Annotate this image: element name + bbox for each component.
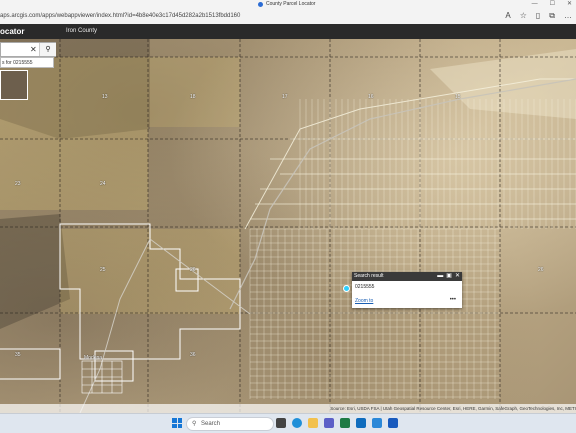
section-label: 36 — [190, 352, 196, 358]
search-icon: ⚲ — [192, 421, 197, 427]
read-aloud-icon[interactable]: A — [505, 10, 510, 22]
section-label: 35 — [15, 352, 21, 358]
edge-icon[interactable] — [292, 418, 302, 428]
search-result-marker[interactable] — [343, 285, 350, 292]
window-controls: — ☐ ✕ — [532, 0, 572, 8]
search-icon: ⚲ — [45, 46, 51, 53]
zoom-to-link[interactable]: Zoom to — [355, 298, 373, 304]
map-attribution: Source: Esri, USDA FSA | Utah Geospatial… — [0, 404, 576, 413]
clear-search-icon[interactable]: ✕ — [30, 43, 37, 56]
section-label: 18 — [190, 94, 196, 100]
collections-icon[interactable]: ⧉ — [549, 10, 555, 22]
store-icon[interactable] — [372, 418, 382, 428]
word-icon[interactable] — [388, 418, 398, 428]
section-label: 24 — [100, 181, 106, 187]
favorites-icon[interactable]: ☆ — [520, 10, 527, 22]
browser-actions: A ☆ ▯ ⧉ … — [505, 10, 572, 22]
search-button[interactable]: ⚲ — [39, 43, 56, 56]
split-screen-icon[interactable]: ▯ — [536, 10, 540, 22]
browser-toolbar: County Parcel Locator — ☐ ✕ aps.arcgis.c… — [0, 0, 576, 25]
section-label: 23 — [15, 181, 21, 187]
file-explorer-icon[interactable] — [308, 418, 318, 428]
town-label: Modena — [84, 355, 103, 361]
map-view[interactable]: 13 18 17 16 15 23 24 25 26 26 35 36 Modena Search r… — [0, 39, 576, 413]
address-bar[interactable]: aps.arcgis.com/apps/webappviewer/index.h… — [0, 11, 240, 22]
widgets-icon[interactable] — [276, 418, 286, 428]
app-subtitle: Iron County — [66, 28, 98, 34]
taskbar-search-placeholder: Search — [201, 421, 221, 427]
section-label: 26 — [190, 267, 196, 273]
close-window-icon[interactable]: ✕ — [567, 0, 572, 8]
section-label: 26 — [538, 267, 544, 273]
browser-tab[interactable]: County Parcel Locator — [258, 0, 315, 8]
section-label: 13 — [102, 94, 108, 100]
minimize-popup-icon[interactable]: ▬ — [437, 272, 443, 281]
overview-map[interactable] — [0, 70, 28, 100]
windows-taskbar: ⚲ Search — [0, 413, 576, 433]
section-label: 15 — [455, 94, 461, 100]
popup-value: 0215555 — [355, 284, 375, 290]
section-label: 16 — [368, 94, 374, 100]
minimize-icon[interactable]: — — [532, 0, 538, 8]
teams-icon[interactable] — [324, 418, 334, 428]
excel-icon[interactable] — [340, 418, 350, 428]
taskbar-apps — [276, 418, 398, 428]
search-suggestion[interactable]: s for 0215555 — [0, 57, 54, 68]
site-favicon — [258, 1, 263, 7]
popup-title: Search result — [354, 273, 384, 279]
windows-start-icon[interactable] — [172, 418, 182, 428]
close-popup-icon[interactable]: ✕ — [455, 272, 460, 281]
more-icon[interactable]: … — [564, 10, 572, 22]
maximize-popup-icon[interactable]: ▣ — [446, 272, 452, 281]
maximize-icon[interactable]: ☐ — [550, 0, 555, 8]
app-title: ocator — [0, 27, 25, 36]
tab-title: County Parcel Locator — [266, 1, 316, 7]
search-result-popup: Search result ▬ ▣ ✕ 0215555 Zoom to ••• — [352, 272, 462, 308]
popup-header: Search result ▬ ▣ ✕ — [352, 272, 462, 281]
outlook-icon[interactable] — [356, 418, 366, 428]
more-actions-button[interactable]: ••• — [450, 297, 456, 303]
popup-controls: ▬ ▣ ✕ — [437, 272, 460, 281]
taskbar-search-box[interactable]: ⚲ Search — [186, 417, 274, 431]
search-input[interactable]: ✕ ⚲ — [0, 42, 56, 57]
section-label: 17 — [282, 94, 288, 100]
section-label: 25 — [100, 267, 106, 273]
app-header: ocator Iron County — [0, 24, 576, 39]
